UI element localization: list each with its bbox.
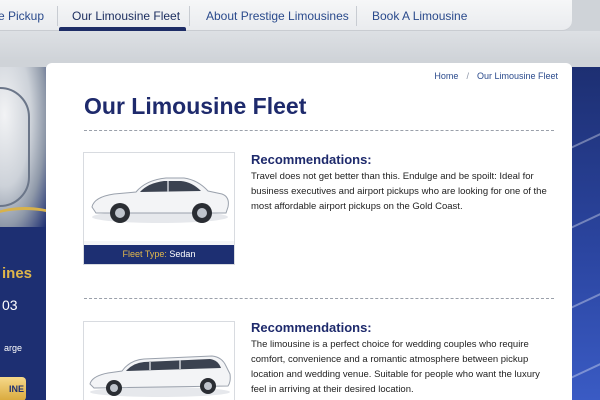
nav-separator: [356, 6, 357, 26]
car-outline-decoration: [0, 87, 30, 207]
limousine-car-image: [84, 322, 234, 400]
nav-item-pickup[interactable]: e Pickup: [0, 0, 44, 31]
breadcrumb-home[interactable]: Home: [434, 71, 458, 81]
recommendations-text: Travel does not get better than this. En…: [251, 171, 547, 212]
gold-swoosh-decoration: [0, 207, 46, 247]
divider: [84, 130, 554, 131]
top-nav: e Pickup Our Limousine Fleet About Prest…: [0, 0, 572, 31]
nav-item-about[interactable]: About Prestige Limousines: [206, 0, 349, 31]
fleet-type-caption: Fleet Type: Sedan: [84, 245, 234, 264]
recommendations-heading: Recommendations:: [251, 320, 372, 335]
breadcrumb-current[interactable]: Our Limousine Fleet: [477, 71, 558, 81]
promo-button[interactable]: INE: [0, 377, 26, 400]
stretch-limousine-icon: [89, 355, 231, 397]
sedan-car-image: [84, 153, 234, 241]
light-streak: [572, 204, 600, 232]
fleet-type-value: Sedan: [169, 249, 196, 259]
promo-phone: 03: [2, 297, 18, 313]
main-content: Home / Our Limousine Fleet Our Limousine F…: [46, 63, 572, 400]
promo-text: arge: [4, 343, 23, 353]
light-streak: [572, 354, 600, 382]
sedan-car-icon: [91, 177, 229, 223]
nav-separator: [57, 6, 58, 26]
nav-separator: [189, 6, 190, 26]
page-title: Our Limousine Fleet: [84, 93, 307, 119]
fleet-type-label: Fleet Type:: [122, 249, 167, 259]
left-promo-panel: ines 03 arge INE: [0, 67, 46, 400]
nav-item-book[interactable]: Book A Limousine: [372, 0, 467, 31]
recommendations-text: The limousine is a perfect choice for we…: [251, 339, 540, 395]
fleet-thumbnail-limousine[interactable]: [83, 321, 235, 400]
light-streak: [572, 284, 600, 312]
breadcrumb-separator: /: [466, 71, 469, 81]
header-background: [0, 31, 600, 61]
right-decorative-panel: [572, 67, 600, 400]
light-streak: [572, 124, 600, 152]
divider: [84, 298, 554, 299]
breadcrumb: Home / Our Limousine Fleet: [434, 71, 558, 81]
recommendations-heading: Recommendations:: [251, 152, 372, 167]
fleet-thumbnail-sedan[interactable]: Fleet Type: Sedan: [83, 152, 235, 265]
promo-title: ines: [2, 265, 33, 282]
